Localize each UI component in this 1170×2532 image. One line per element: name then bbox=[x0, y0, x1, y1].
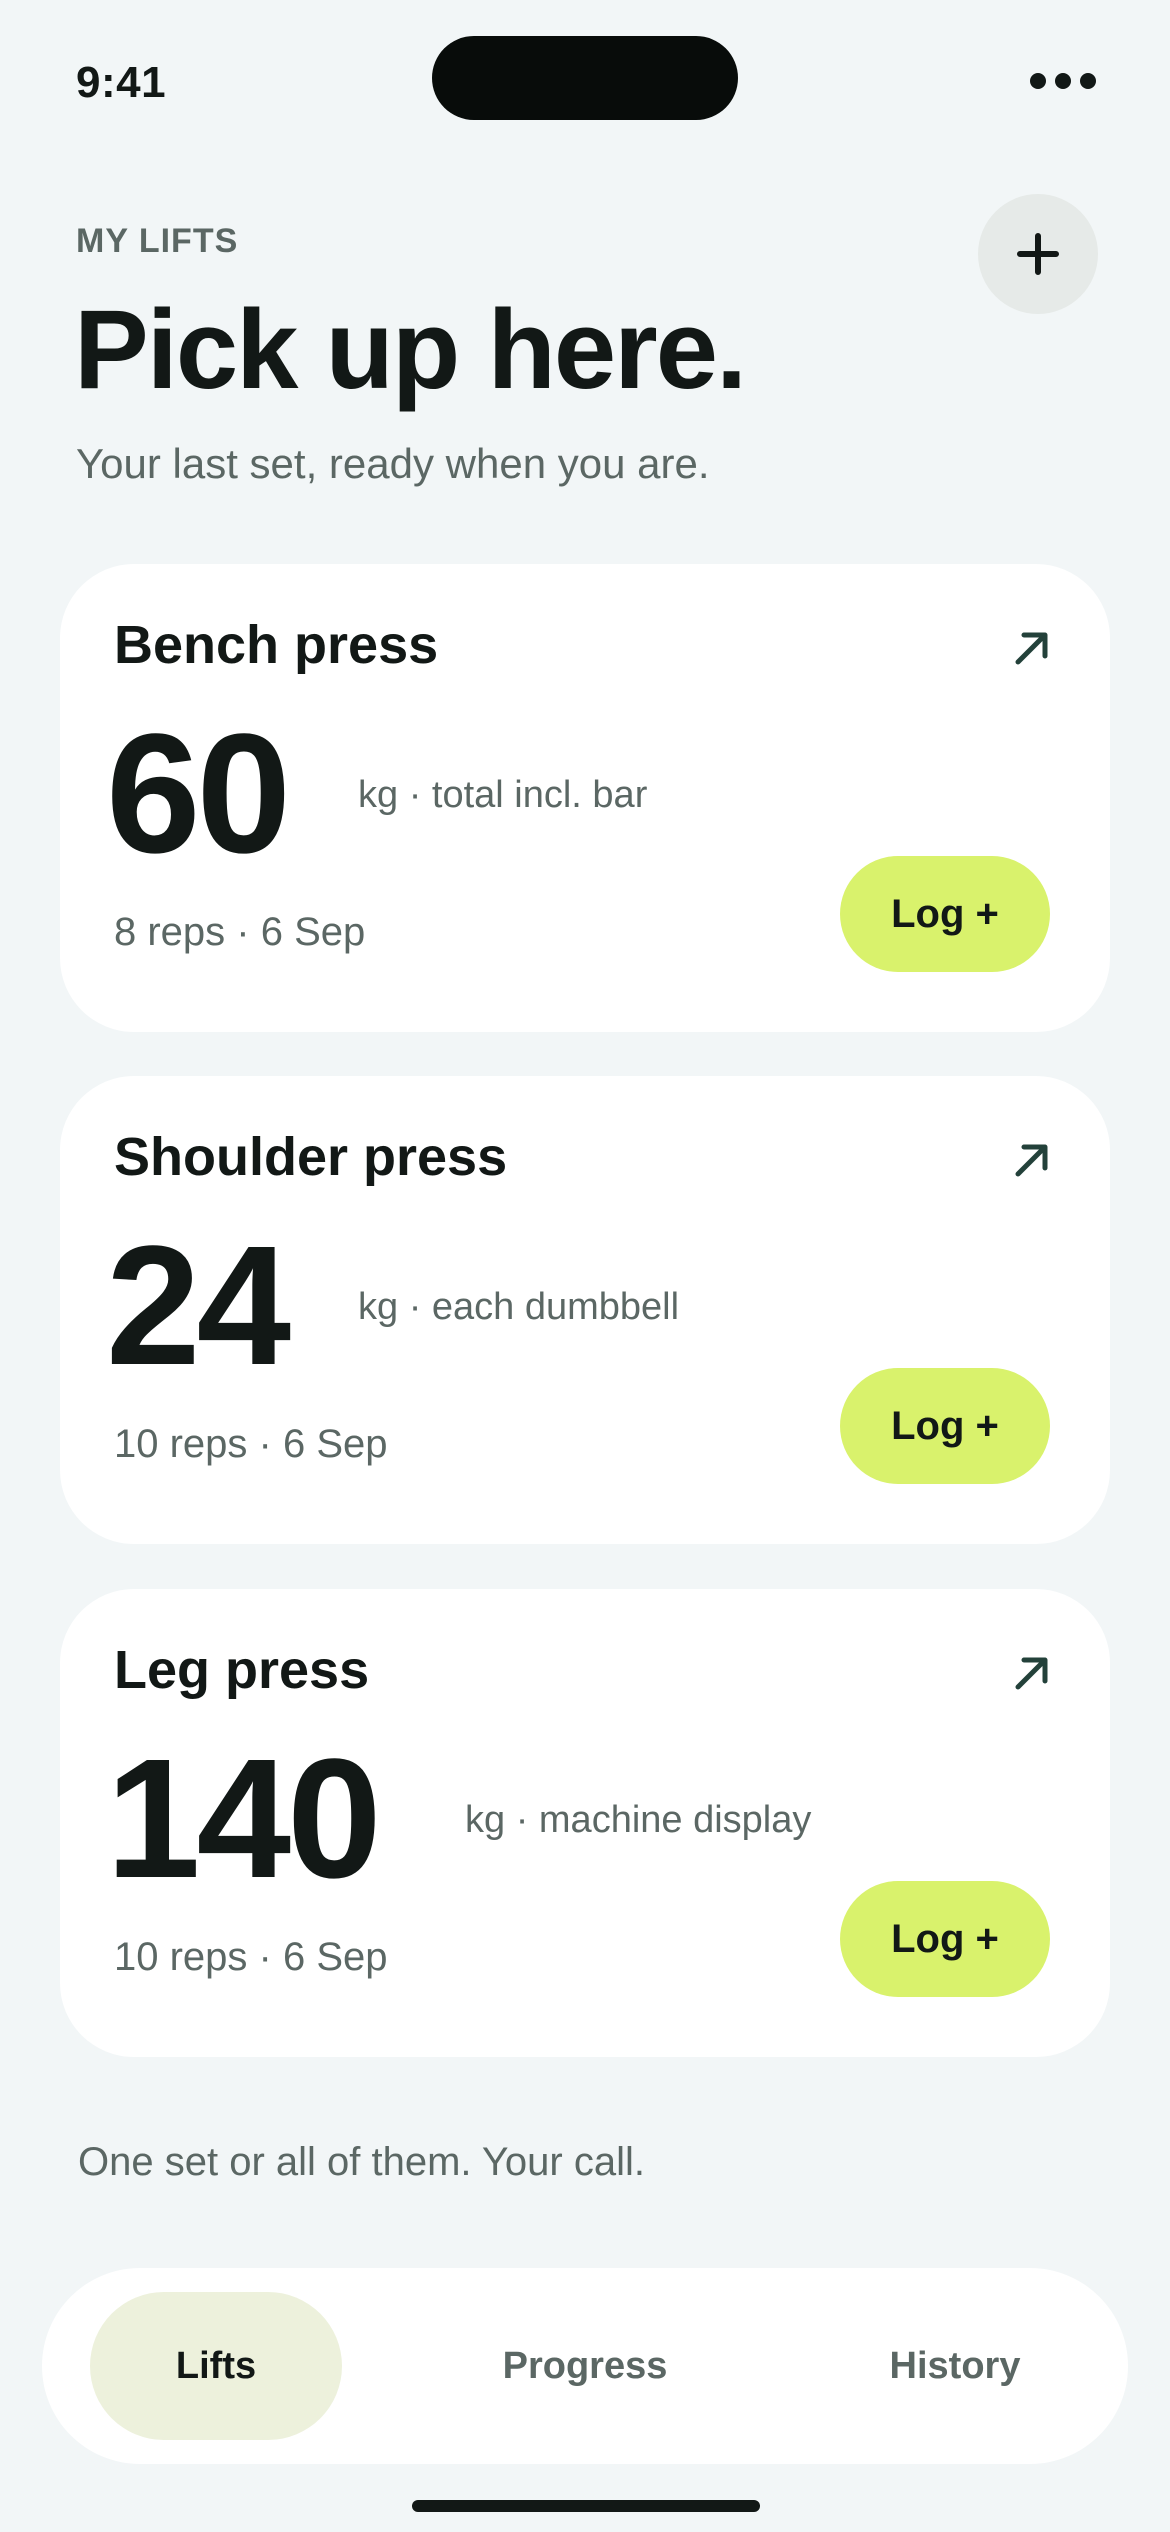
lift-unit: kg · machine display bbox=[465, 1799, 812, 1841]
more-dot bbox=[1055, 73, 1071, 89]
lift-name: Shoulder press bbox=[114, 1127, 508, 1187]
plus-icon bbox=[1017, 233, 1059, 275]
lift-weight: 140 bbox=[106, 1724, 382, 1914]
status-time: 9:41 bbox=[76, 58, 167, 107]
dynamic-island bbox=[432, 36, 738, 120]
lift-unit: kg · total incl. bar bbox=[358, 774, 648, 816]
arrow-up-right-icon[interactable] bbox=[1008, 1136, 1056, 1184]
screen: 9:41 MY LIFTS Pick up here. Your last se… bbox=[0, 0, 1170, 2532]
lift-weight: 60 bbox=[106, 699, 291, 889]
lift-name: Bench press bbox=[114, 615, 439, 675]
lift-meta: 10 reps · 6 Sep bbox=[114, 1422, 388, 1466]
more-dot bbox=[1080, 73, 1096, 89]
page-subtitle: Your last set, ready when you are. bbox=[76, 440, 710, 487]
tab-history[interactable]: History bbox=[828, 2292, 1082, 2440]
log-set-button[interactable]: Log + bbox=[840, 1368, 1050, 1484]
add-lift-button[interactable] bbox=[978, 194, 1098, 314]
arrow-up-right-icon[interactable] bbox=[1008, 1649, 1056, 1697]
lift-card-leg-press[interactable]: Leg press 140 kg · machine display 10 re… bbox=[60, 1589, 1110, 2057]
lift-card-shoulder-press[interactable]: Shoulder press 24 kg · each dumbbell 10 … bbox=[60, 1076, 1110, 1544]
log-set-button[interactable]: Log + bbox=[840, 1881, 1050, 1997]
section-eyebrow: MY LIFTS bbox=[76, 222, 239, 260]
tab-progress[interactable]: Progress bbox=[458, 2292, 712, 2440]
arrow-up-right-icon[interactable] bbox=[1008, 624, 1056, 672]
footnote: One set or all of them. Your call. bbox=[78, 2140, 645, 2184]
tab-bar: Lifts Progress History bbox=[42, 2268, 1128, 2464]
lift-name: Leg press bbox=[114, 1640, 370, 1700]
more-icon[interactable] bbox=[1030, 70, 1096, 92]
lift-card-bench-press[interactable]: Bench press 60 kg · total incl. bar 8 re… bbox=[60, 564, 1110, 1032]
page-title: Pick up here. bbox=[74, 287, 747, 412]
lift-meta: 10 reps · 6 Sep bbox=[114, 1935, 388, 1979]
home-indicator[interactable] bbox=[412, 2500, 760, 2512]
log-set-button[interactable]: Log + bbox=[840, 856, 1050, 972]
lift-meta: 8 reps · 6 Sep bbox=[114, 910, 366, 954]
tab-lifts[interactable]: Lifts bbox=[90, 2292, 342, 2440]
lift-unit: kg · each dumbbell bbox=[358, 1286, 680, 1328]
more-dot bbox=[1030, 73, 1046, 89]
lift-weight: 24 bbox=[106, 1211, 291, 1401]
